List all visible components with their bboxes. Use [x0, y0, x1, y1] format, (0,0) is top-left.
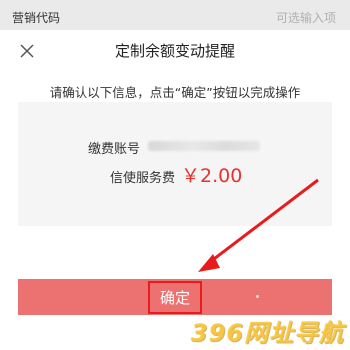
info-card: 缴费账号 信使服务费 ￥2.00: [18, 102, 332, 226]
watermark-logo: 396网址导航: [190, 319, 344, 347]
account-number-masked: [148, 141, 261, 151]
account-row: 缴费账号: [88, 138, 261, 157]
dialog-header: 定制余额变动提醒: [0, 30, 350, 70]
confirm-button[interactable]: 确定: [18, 279, 332, 315]
button-dot: [256, 295, 259, 298]
dialog-title: 定制余额变动提醒: [114, 42, 235, 60]
account-label: 缴费账号: [88, 142, 141, 157]
fee-value: ￥2.00: [181, 165, 243, 187]
confirm-label: 确定: [147, 280, 202, 314]
fee-row: 信使服务费 ￥2.00: [110, 161, 242, 188]
balance-alert-dialog: 定制余额变动提醒 请确认以下信息，点击“确定”按钮以完成操作 缴费账号 信使服务…: [0, 30, 350, 350]
fee-label: 信使服务费: [110, 171, 176, 186]
instruction-text: 请确认以下信息，点击“确定”按钮以完成操作: [49, 85, 301, 100]
